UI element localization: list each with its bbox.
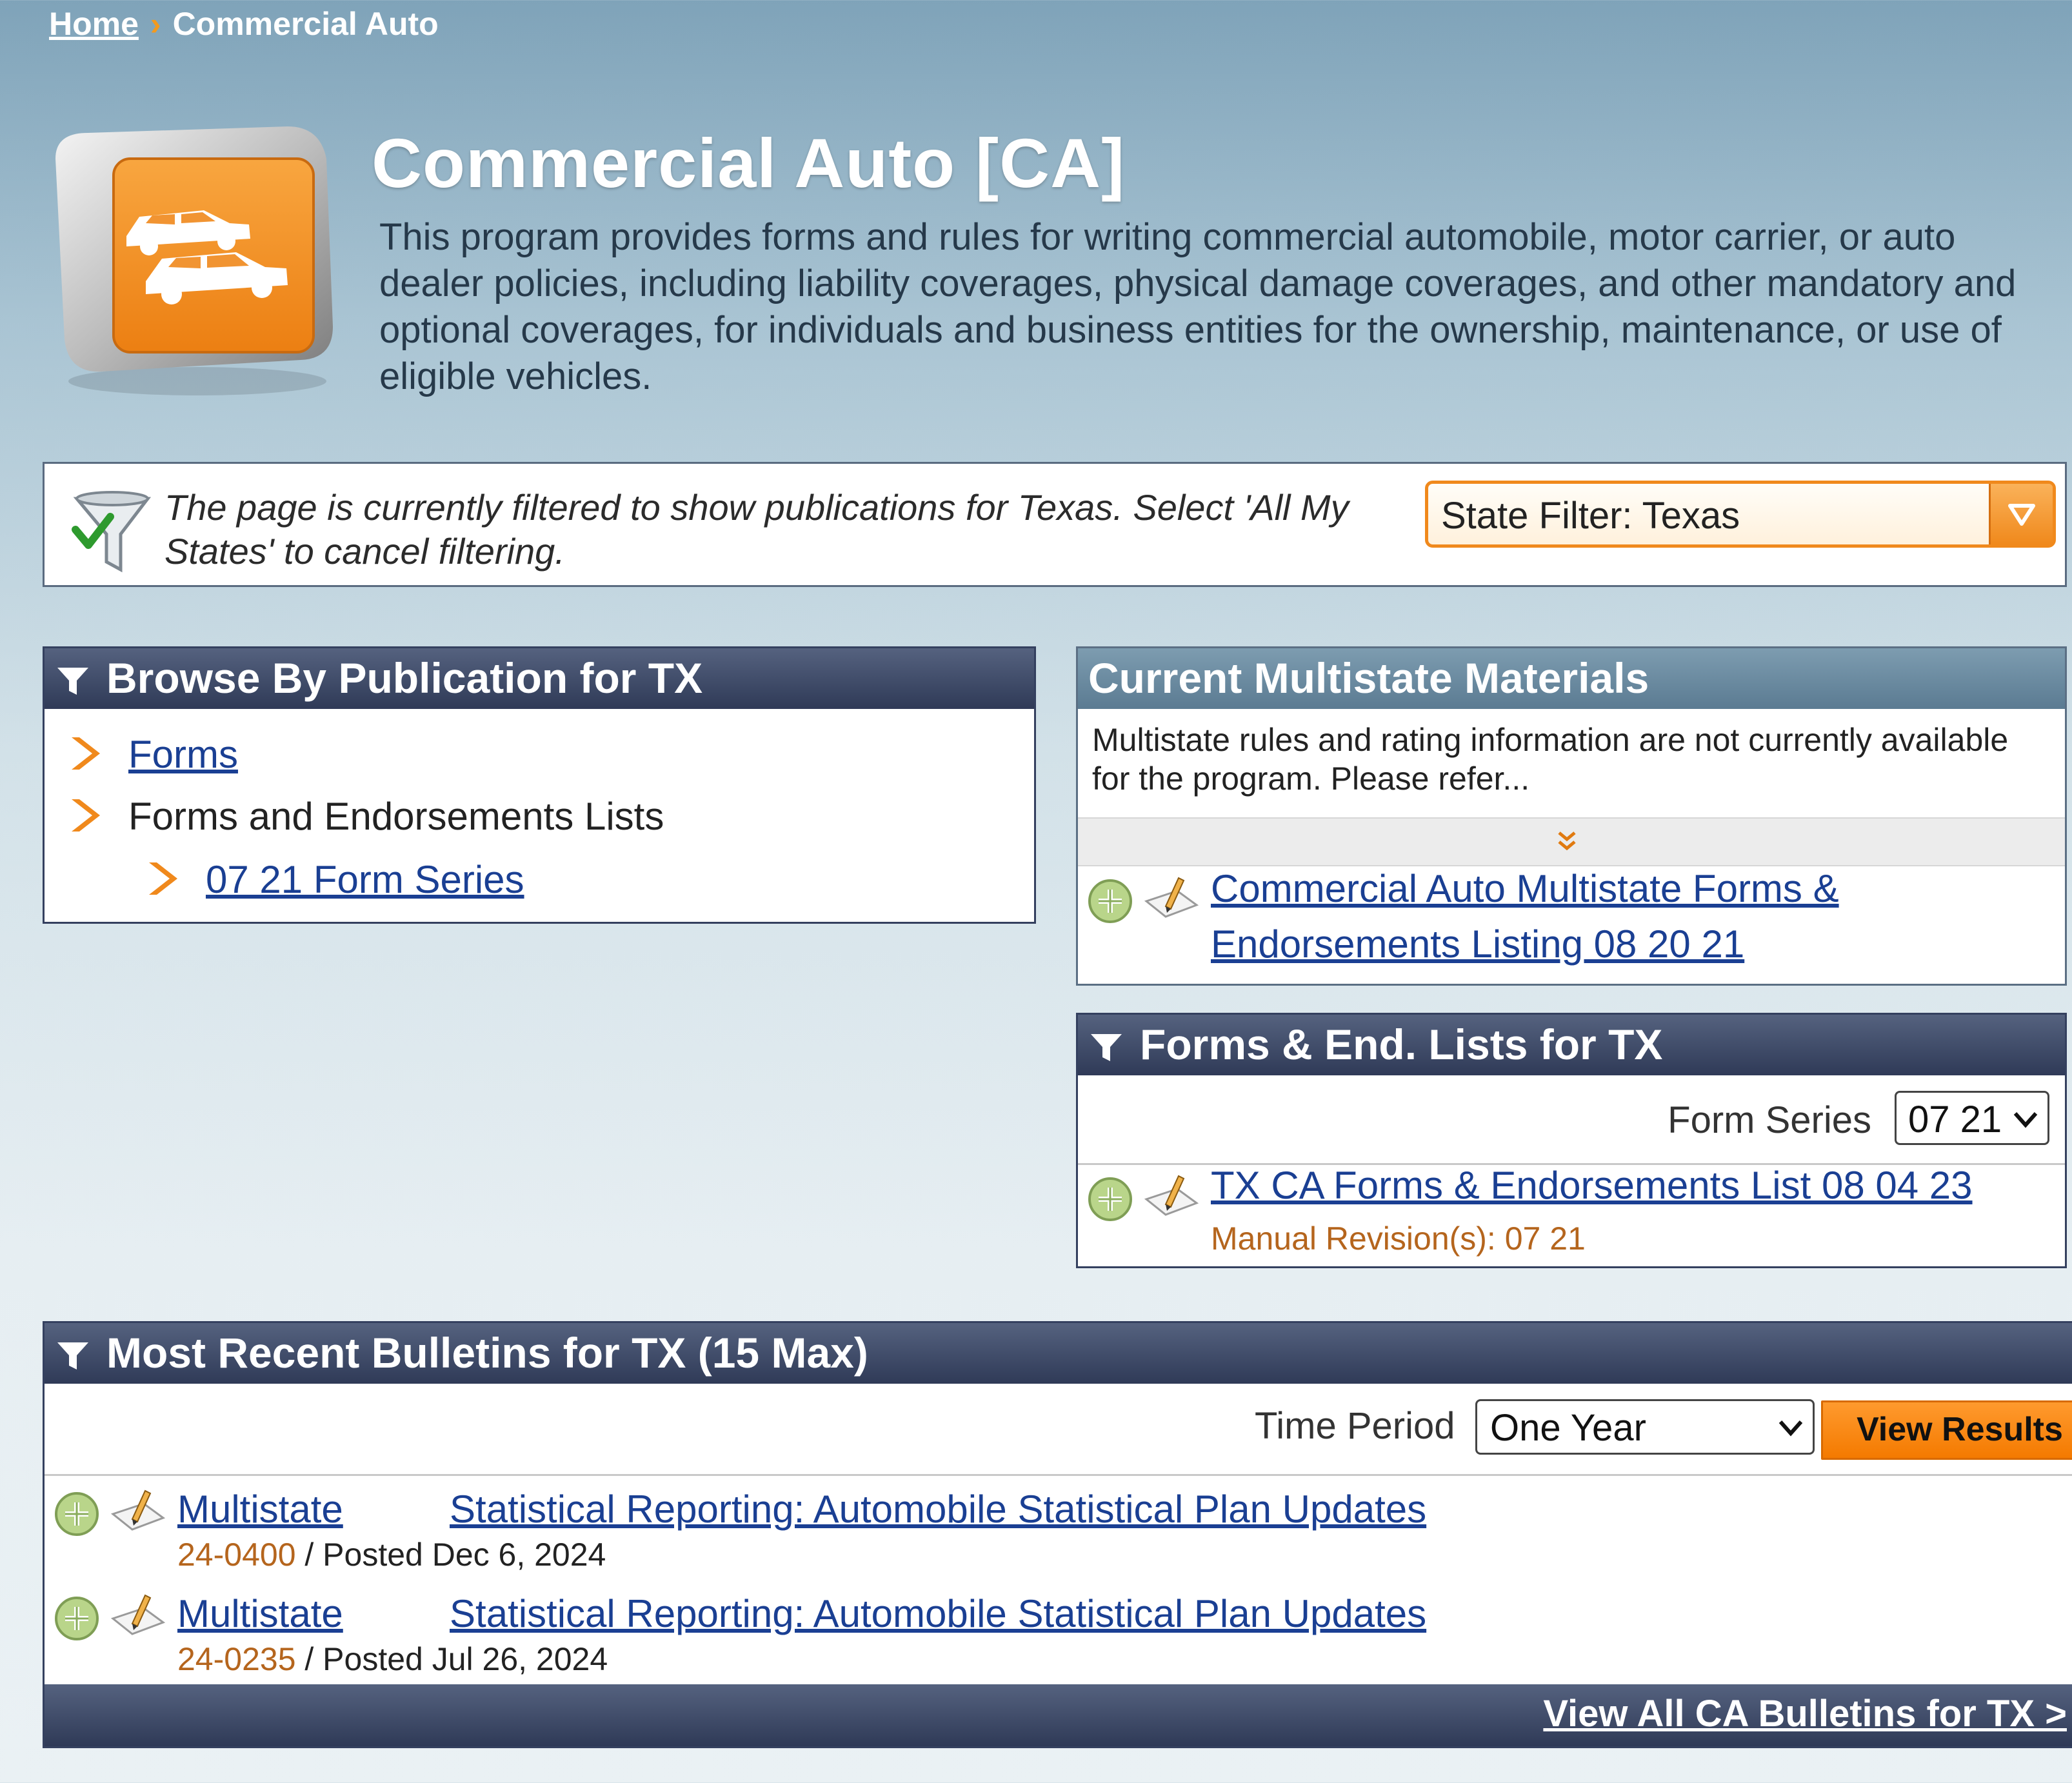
view-results-button[interactable]: View Results [1821,1400,2072,1460]
filter-funnel-icon [72,491,152,573]
form-series-label: Form Series [1668,1099,1871,1141]
bulletins-panel-title: Most Recent Bulletins for TX (15 Max) [106,1329,868,1377]
page-description: This program provides forms and rules fo… [379,216,2017,397]
state-filter-value: State Filter: Texas [1441,495,1740,537]
multistate-panel-title: Current Multistate Materials [1088,654,1649,702]
multistate-note: Multistate rules and rating information … [1092,722,2009,797]
form-series-value: 07 21 [1908,1099,2002,1141]
page-title: Commercial Auto [CA] [372,124,1126,202]
filter-icon[interactable] [55,1340,91,1372]
forms-panel-title: Forms & End. Lists for TX [1140,1021,1663,1068]
time-period-label: Time Period [1255,1405,1455,1447]
bulletins-footer: View All CA Bulletins for TX > [45,1684,2072,1746]
chevron-right-icon [149,862,177,895]
chevron-right-icon [72,737,100,770]
bulletin-title-link[interactable]: Statistical Reporting: Automobile Statis… [450,1487,1426,1531]
add-icon[interactable] [54,1595,100,1642]
bulletin-meta: 24-0235 / Posted Jul 26, 2024 [177,1640,608,1678]
state-filter-bar: The page is currently filtered to show p… [43,462,2067,587]
browse-by-publication-panel: Browse By Publication for TX Forms Forms… [43,646,1036,924]
filter-icon[interactable] [55,665,91,697]
state-filter-dropdown[interactable]: State Filter: Texas [1425,481,2056,548]
chevron-down-icon [1778,1420,1803,1437]
bulletin-source-link[interactable]: Multistate [177,1487,343,1531]
pencil-note-icon [1144,877,1199,918]
filter-icon[interactable] [1088,1031,1124,1064]
triangle-down-icon [2008,504,2035,526]
chevron-down-icon [2013,1112,2038,1128]
pencil-note-icon [110,1594,166,1635]
time-period-select[interactable]: One Year [1475,1399,1815,1455]
tx-forms-list-link[interactable]: TX CA Forms & Endorsements List 08 04 23 [1211,1158,1973,1213]
add-icon[interactable] [1087,878,1133,924]
bulletin-posted-date: / Posted Dec 6, 2024 [295,1537,606,1573]
filter-message: The page is currently filtered to show p… [164,487,1349,572]
bulletins-panel-header: Most Recent Bulletins for TX (15 Max) [45,1323,2072,1384]
browse-item-form-series[interactable]: 07 21 Form Series [206,857,524,902]
state-filter-toggle[interactable] [1989,484,2053,544]
multistate-materials-panel: Current Multistate Materials Multistate … [1076,646,2067,986]
forms-lists-panel: Forms & End. Lists for TX Form Series 07… [1076,1013,2067,1268]
time-period-value: One Year [1490,1407,1646,1449]
pencil-note-icon [110,1489,166,1531]
multistate-panel-header: Current Multistate Materials [1078,648,2065,709]
divider [45,1474,2072,1476]
browse-item-forms-lists: Forms and Endorsements Lists [128,795,664,838]
multistate-listing-link-line2[interactable]: Endorsements Listing 08 20 21 [1211,917,1744,972]
recent-bulletins-panel: Most Recent Bulletins for TX (15 Max) Ti… [43,1321,2072,1748]
bulletin-title-link[interactable]: Statistical Reporting: Automobile Statis… [450,1591,1426,1636]
pencil-note-icon [1144,1175,1199,1216]
add-icon[interactable] [1087,1176,1133,1222]
multistate-listing-link-line1[interactable]: Commercial Auto Multistate Forms & [1211,861,1839,917]
browse-item-forms[interactable]: Forms [128,732,238,777]
add-icon[interactable] [54,1491,100,1537]
breadcrumb: Home › Commercial Auto [49,5,439,43]
double-chevron-down-icon[interactable] [1555,830,1579,853]
forms-panel-header: Forms & End. Lists for TX [1078,1015,2065,1075]
bulletin-number: 24-0400 [177,1537,296,1573]
browse-panel-header: Browse By Publication for TX [45,648,1034,709]
form-series-select[interactable]: 07 21 [1895,1091,2049,1145]
view-all-bulletins-link[interactable]: View All CA Bulletins for TX > [1543,1692,2067,1735]
bulletin-meta: 24-0400 / Posted Dec 6, 2024 [177,1536,606,1573]
commercial-auto-icon [55,126,333,395]
expand-bar[interactable] [1078,817,2065,866]
manual-revision-text: Manual Revision(s): 07 21 [1211,1220,1586,1257]
browse-panel-title: Browse By Publication for TX [106,654,703,702]
chevron-right-icon [72,799,100,832]
bulletin-number: 24-0235 [177,1641,296,1677]
breadcrumb-current: Commercial Auto [172,6,439,42]
bulletin-source-link[interactable]: Multistate [177,1591,343,1636]
breadcrumb-separator: › [150,6,161,42]
bulletin-posted-date: / Posted Jul 26, 2024 [295,1641,608,1677]
breadcrumb-home-link[interactable]: Home [49,6,139,42]
